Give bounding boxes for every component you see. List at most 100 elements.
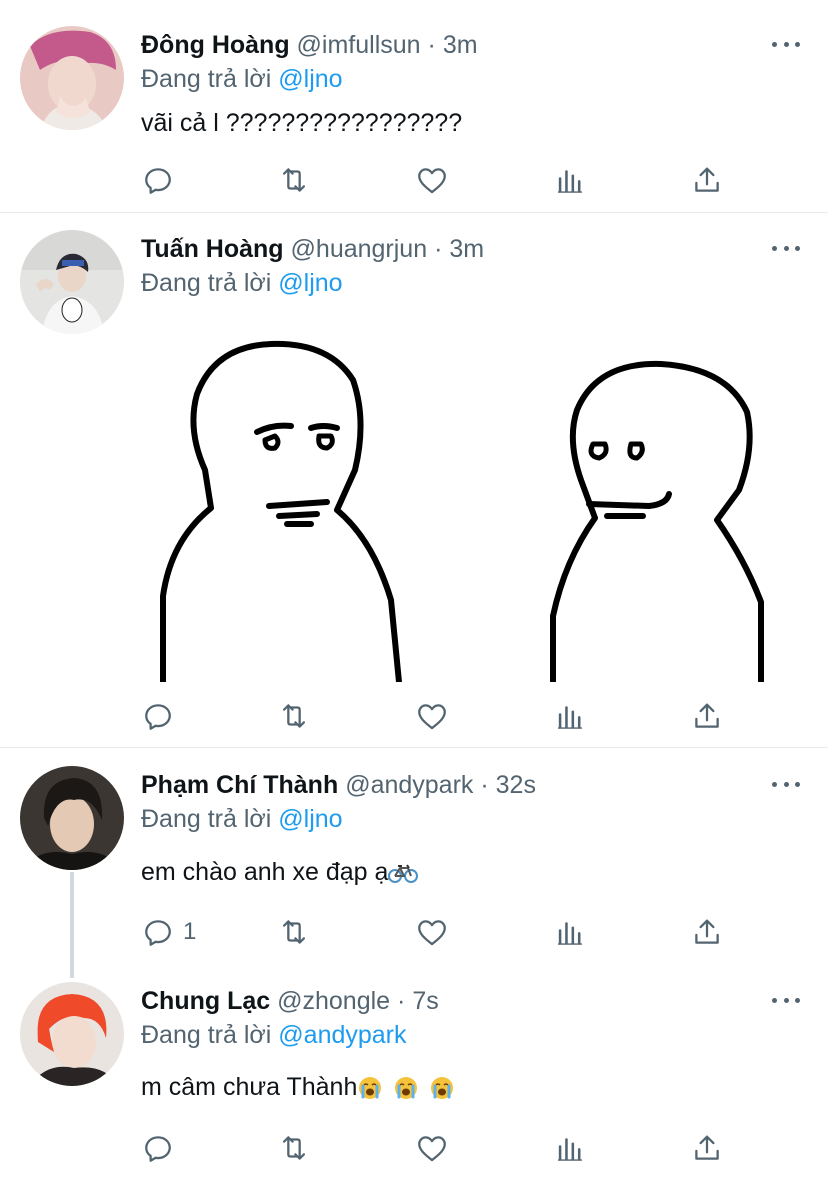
avatar-image [20, 26, 124, 130]
more-icon[interactable] [772, 779, 800, 789]
analytics-icon [557, 706, 583, 729]
user-handle[interactable]: @imfullsun [297, 31, 421, 59]
like-icon [418, 1136, 446, 1162]
reply-icon [145, 168, 171, 194]
share-button[interactable] [690, 696, 724, 736]
retweet-button[interactable] [277, 160, 311, 200]
tweet-3[interactable]: Phạm Chí Thành @andypark · 32s Đang trả … [0, 748, 828, 970]
user-handle[interactable]: @zhongle [277, 987, 390, 1015]
crying-face-icon [395, 1077, 418, 1100]
like-icon [418, 920, 446, 946]
analytics-icon [557, 170, 583, 193]
more-icon[interactable] [772, 243, 800, 253]
share-icon [695, 703, 719, 728]
display-name[interactable]: Phạm Chí Thành [141, 771, 338, 799]
user-handle[interactable]: @huangrjun [291, 235, 428, 263]
share-icon [695, 1135, 719, 1160]
share-icon [695, 167, 719, 192]
crying-face-icon [431, 1077, 454, 1100]
more-icon[interactable] [772, 39, 800, 49]
retweet-button[interactable] [277, 1128, 311, 1168]
user-handle[interactable]: @andypark [345, 771, 473, 799]
crying-face-icon [359, 1077, 382, 1100]
replying-to: Đang trả lời @ljno [141, 268, 343, 298]
analytics-icon [557, 922, 583, 945]
analytics-button[interactable] [553, 912, 587, 952]
analytics-button[interactable] [553, 160, 587, 200]
reply-button[interactable] [141, 160, 175, 200]
like-button[interactable] [415, 1128, 449, 1168]
analytics-button[interactable] [553, 696, 587, 736]
separator: · [434, 235, 443, 263]
display-name[interactable]: Chung Lạc [141, 987, 270, 1015]
like-button[interactable] [415, 696, 449, 736]
tweet-text: vãi cả l ????????????????? [141, 109, 463, 137]
share-icon [695, 919, 719, 944]
retweet-icon [282, 1136, 306, 1160]
mention-link[interactable]: @ljno [278, 805, 342, 833]
reply-count: 1 [183, 918, 197, 945]
replying-to-label: Đang trả lời [141, 269, 279, 297]
retweet-icon [282, 168, 306, 192]
analytics-icon [557, 1138, 583, 1161]
analytics-button[interactable] [553, 1128, 587, 1168]
avatar[interactable] [20, 982, 124, 1086]
timestamp[interactable]: 7s [412, 987, 438, 1015]
bicycle-emoji-icon [388, 864, 419, 884]
display-name[interactable]: Tuấn Hoàng [141, 235, 284, 263]
tweet-4[interactable]: Chung Lạc @zhongle · 7s Đang trả lời @an… [0, 970, 828, 1179]
reply-button[interactable] [141, 696, 175, 736]
tweet-header: Đông Hoàng @imfullsun · 3m [141, 30, 478, 60]
like-icon [418, 168, 446, 194]
action-bar [0, 1128, 828, 1168]
replying-to-label: Đang trả lời [141, 1021, 279, 1049]
replying-to-label: Đang trả lời [141, 805, 279, 833]
display-name[interactable]: Đông Hoàng [141, 31, 290, 59]
replying-to: Đang trả lời @ljno [141, 64, 343, 94]
share-button[interactable] [690, 912, 724, 952]
reply-icon [145, 920, 171, 946]
tweet-header: Chung Lạc @zhongle · 7s [141, 986, 439, 1016]
meme-drawing [160, 340, 764, 682]
share-button[interactable] [690, 160, 724, 200]
timestamp[interactable]: 3m [443, 31, 478, 59]
tweet-media-image[interactable] [141, 340, 781, 682]
mention-link[interactable]: @ljno [278, 269, 342, 297]
retweet-icon [282, 704, 306, 728]
replying-to-label: Đang trả lời [141, 65, 279, 93]
reply-icon [145, 704, 171, 730]
separator: · [427, 31, 436, 59]
avatar[interactable] [20, 230, 124, 334]
avatar[interactable] [20, 26, 124, 130]
like-icon [418, 704, 446, 730]
separator: · [397, 987, 406, 1015]
replying-to: Đang trả lời @andypark [141, 1020, 407, 1050]
reply-button[interactable] [141, 1128, 175, 1168]
reply-button[interactable]: 1 [141, 912, 196, 952]
tweet-1[interactable]: Đông Hoàng @imfullsun · 3m Đang trả lời … [0, 0, 828, 212]
more-icon[interactable] [772, 995, 800, 1005]
timestamp[interactable]: 32s [496, 771, 536, 799]
avatar-image [20, 230, 124, 334]
mention-link[interactable]: @ljno [278, 65, 342, 93]
tweet-text: m câm chưa Thành [141, 1072, 455, 1102]
retweet-icon [282, 920, 306, 944]
like-button[interactable] [415, 160, 449, 200]
reply-icon [145, 1136, 171, 1162]
timestamp[interactable]: 3m [449, 235, 484, 263]
separator: · [480, 771, 489, 799]
mention-link[interactable]: @andypark [278, 1021, 406, 1049]
tweet-text-content: em chào anh xe đạp ạ [141, 858, 389, 886]
avatar-image [20, 982, 124, 1086]
replying-to: Đang trả lời @ljno [141, 804, 343, 834]
share-button[interactable] [690, 1128, 724, 1168]
like-button[interactable] [415, 912, 449, 952]
avatar[interactable] [20, 766, 124, 870]
tweet-header: Phạm Chí Thành @andypark · 32s [141, 770, 536, 800]
tweet-text: em chào anh xe đạp ạ [141, 857, 419, 887]
avatar-image [20, 766, 124, 870]
action-bar [0, 160, 828, 200]
retweet-button[interactable] [277, 912, 311, 952]
retweet-button[interactable] [277, 696, 311, 736]
tweet-2[interactable]: Tuấn Hoàng @huangrjun · 3m Đang trả lời … [0, 213, 828, 747]
